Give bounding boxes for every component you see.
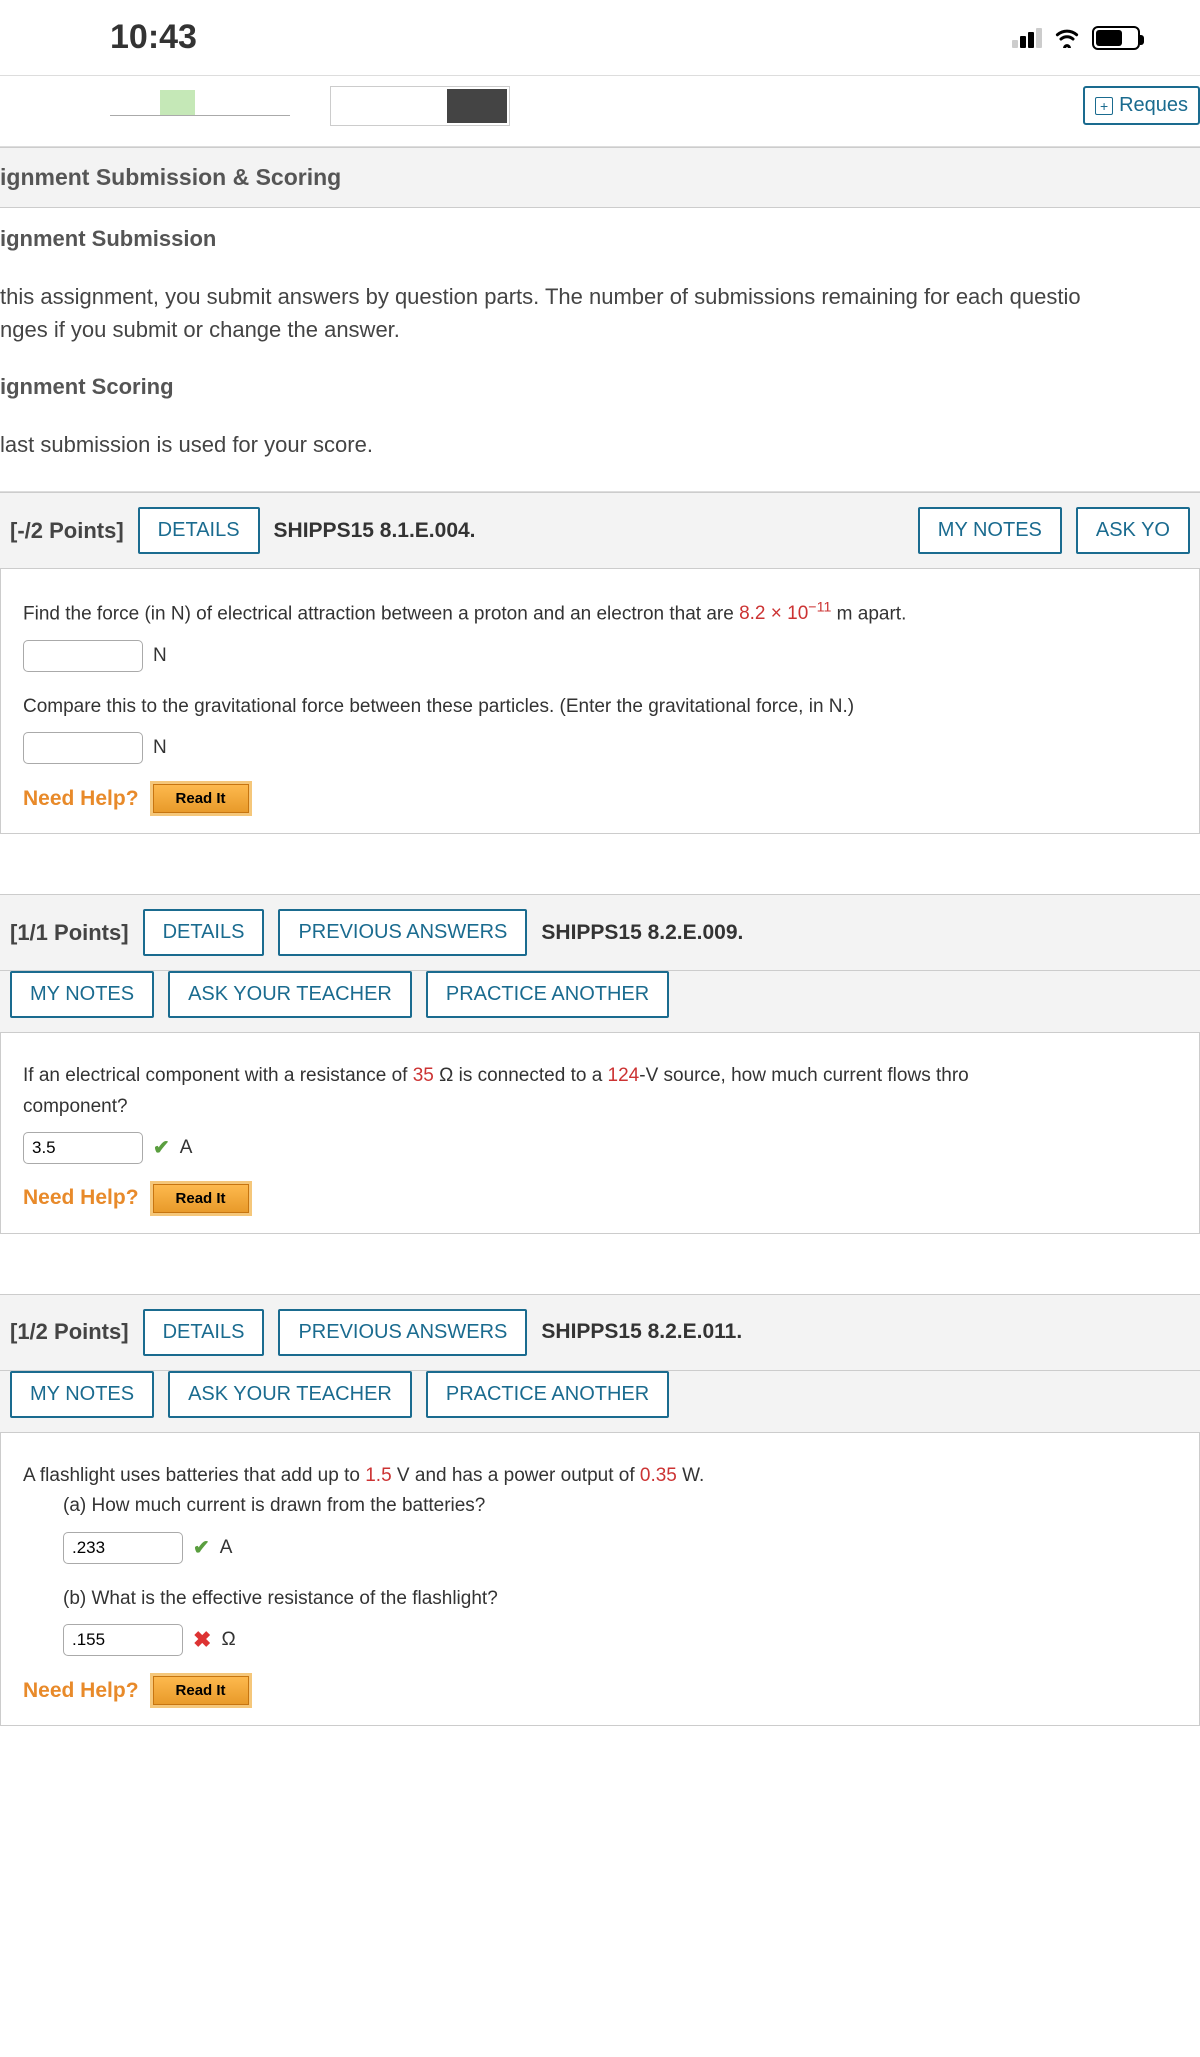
submission-text: this assignment, you submit answers by q… xyxy=(0,260,1200,356)
wifi-icon xyxy=(1052,18,1082,57)
previous-answers-button[interactable]: PREVIOUS ANSWERS xyxy=(278,909,527,956)
details-button[interactable]: DETAILS xyxy=(143,909,265,956)
question-2-header: [1/1 Points] DETAILS PREVIOUS ANSWERS SH… xyxy=(0,894,1200,971)
details-button[interactable]: DETAILS xyxy=(143,1309,265,1356)
q1-prompt-1: Find the force (in N) of electrical attr… xyxy=(23,597,1177,630)
q3-points: [1/2 Points] xyxy=(10,1319,129,1345)
my-notes-button[interactable]: MY NOTES xyxy=(918,507,1062,554)
q3-unit-b: Ω xyxy=(221,1629,235,1651)
practice-another-button[interactable]: PRACTICE ANOTHER xyxy=(426,1371,669,1418)
ask-teacher-button[interactable]: ASK YO xyxy=(1076,507,1190,554)
question-1-body: Find the force (in N) of electrical attr… xyxy=(0,569,1200,834)
previous-answers-button[interactable]: PREVIOUS ANSWERS xyxy=(278,1309,527,1356)
need-help-label: Need Help? xyxy=(23,1186,139,1210)
read-it-button[interactable]: Read It xyxy=(153,784,249,813)
question-3-header: [1/2 Points] DETAILS PREVIOUS ANSWERS SH… xyxy=(0,1294,1200,1371)
request-button[interactable]: + Reques xyxy=(1083,86,1200,125)
check-icon: ✔ xyxy=(153,1135,170,1160)
q2-unit: A xyxy=(180,1137,193,1159)
scoring-subheader: ignment Scoring xyxy=(0,356,1200,408)
need-help-label: Need Help? xyxy=(23,787,139,811)
q2-code: SHIPPS15 8.2.E.009. xyxy=(541,921,743,945)
cross-icon: ✖ xyxy=(193,1627,211,1653)
q1-answer-1-input[interactable] xyxy=(23,640,143,672)
check-icon: ✔ xyxy=(193,1535,210,1560)
cellular-icon xyxy=(1012,28,1042,48)
q3-answer-a-input[interactable] xyxy=(63,1532,183,1564)
need-help-label: Need Help? xyxy=(23,1679,139,1703)
scoring-text: last submission is used for your score. xyxy=(0,408,1200,471)
q3-answer-b-input[interactable] xyxy=(63,1624,183,1656)
q1-code: SHIPPS15 8.1.E.004. xyxy=(274,519,476,543)
question-2-body: If an electrical component with a resist… xyxy=(0,1033,1200,1234)
q1-prompt-2: Compare this to the gravitational force … xyxy=(23,692,1177,722)
q1-answer-2-input[interactable] xyxy=(23,732,143,764)
section-header: ignment Submission & Scoring xyxy=(0,147,1200,208)
practice-another-button[interactable]: PRACTICE ANOTHER xyxy=(426,971,669,1018)
q3-code: SHIPPS15 8.2.E.011. xyxy=(541,1320,742,1344)
submission-subheader: ignment Submission xyxy=(0,208,1200,260)
my-notes-button[interactable]: MY NOTES xyxy=(10,971,154,1018)
my-notes-button[interactable]: MY NOTES xyxy=(10,1371,154,1418)
q1-unit-1: N xyxy=(153,645,167,667)
details-button[interactable]: DETAILS xyxy=(138,507,260,554)
question-3-header-row2: MY NOTES ASK YOUR TEACHER PRACTICE ANOTH… xyxy=(0,1371,1200,1433)
q3-unit-a: A xyxy=(220,1537,233,1559)
q3-part-b: (b) What is the effective resistance of … xyxy=(63,1584,1177,1614)
ask-teacher-button[interactable]: ASK YOUR TEACHER xyxy=(168,971,412,1018)
q3-prompt: A flashlight uses batteries that add up … xyxy=(23,1461,1177,1491)
q2-points: [1/1 Points] xyxy=(10,920,129,946)
status-time: 10:43 xyxy=(110,18,197,57)
question-3-body: A flashlight uses batteries that add up … xyxy=(0,1433,1200,1726)
status-icons xyxy=(1012,18,1140,57)
battery-icon xyxy=(1092,26,1140,50)
top-bar: + Reques xyxy=(0,75,1200,147)
read-it-button[interactable]: Read It xyxy=(153,1184,249,1213)
plus-icon: + xyxy=(1095,97,1113,115)
q3-part-a: (a) How much current is drawn from the b… xyxy=(63,1491,1177,1521)
fragment-box-2 xyxy=(330,86,510,126)
status-bar: 10:43 xyxy=(0,0,1200,75)
read-it-button[interactable]: Read It xyxy=(153,1676,249,1705)
request-label: Reques xyxy=(1119,94,1188,117)
ask-teacher-button[interactable]: ASK YOUR TEACHER xyxy=(168,1371,412,1418)
q2-prompt: If an electrical component with a resist… xyxy=(23,1061,1177,1122)
q2-answer-input[interactable] xyxy=(23,1132,143,1164)
question-1-header: [-/2 Points] DETAILS SHIPPS15 8.1.E.004.… xyxy=(0,492,1200,569)
q1-unit-2: N xyxy=(153,737,167,759)
question-2-header-row2: MY NOTES ASK YOUR TEACHER PRACTICE ANOTH… xyxy=(0,971,1200,1033)
q1-points: [-/2 Points] xyxy=(10,518,124,544)
fragment-box-1 xyxy=(110,86,290,116)
